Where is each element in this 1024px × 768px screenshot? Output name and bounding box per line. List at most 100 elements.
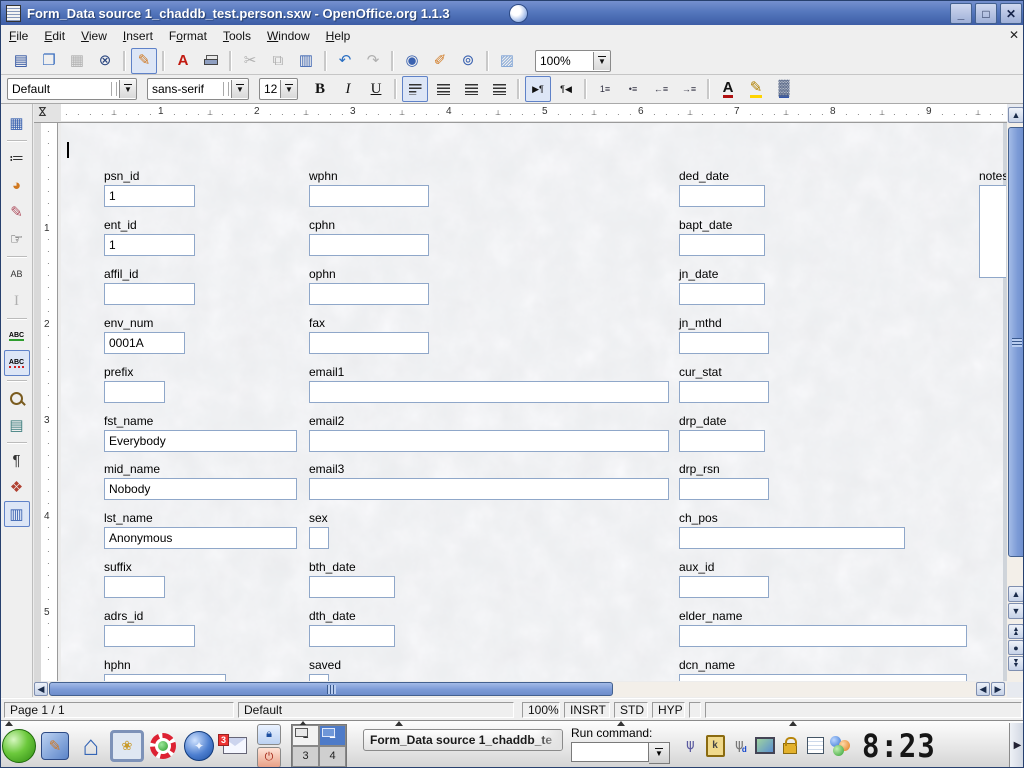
hyperlink-dialog-button[interactable]: ◉ <box>399 48 425 74</box>
field-bapt_date[interactable] <box>679 234 765 256</box>
font-name-combobox[interactable]: sans-serif ▼ <box>147 78 249 100</box>
field-affil_id[interactable] <box>104 283 195 305</box>
workspace-4[interactable]: 4 <box>319 746 346 767</box>
hyperlink-mode-status[interactable]: HYP <box>652 702 685 718</box>
align-center-button[interactable] <box>430 76 456 102</box>
menu-file[interactable]: File <box>1 27 36 45</box>
underline-button[interactable]: U <box>363 76 389 102</box>
insert-mode-status[interactable]: INSRT <box>564 702 610 718</box>
workspace-2[interactable]: 2 <box>319 725 346 746</box>
menu-tools[interactable]: Tools <box>215 27 259 45</box>
field-env_num[interactable] <box>104 332 185 354</box>
field-dth_date[interactable] <box>309 625 395 647</box>
navigation-icon[interactable]: ● <box>1008 640 1024 655</box>
field-email1[interactable] <box>309 381 669 403</box>
highlighting-button[interactable]: ✎ <box>743 76 769 102</box>
show-draw-functions-button[interactable]: ✎ <box>4 199 30 225</box>
page-status[interactable]: Page 1 / 1 <box>4 702 234 718</box>
field-prefix[interactable] <box>104 381 165 403</box>
horizontal-scrollbar[interactable]: ◀ ◀ ▶ <box>34 682 1007 697</box>
style-status[interactable]: Default <box>238 702 514 718</box>
field-ch_pos[interactable] <box>679 527 905 549</box>
field-suffix[interactable] <box>104 576 165 598</box>
field-cur_stat[interactable] <box>679 381 769 403</box>
maximize-button[interactable]: □ <box>975 3 997 24</box>
print-button[interactable] <box>198 48 224 74</box>
minimize-button[interactable]: _ <box>950 3 972 24</box>
menu-format[interactable]: Format <box>161 27 215 45</box>
edit-autotext-button[interactable]: ✐ <box>427 48 453 74</box>
file-manager-launcher[interactable]: ❀ <box>109 727 145 765</box>
field-mid_name[interactable] <box>104 478 297 500</box>
left-to-right-button[interactable]: ▶¶ <box>525 76 551 102</box>
field-hphn[interactable] <box>104 674 226 681</box>
find-replace-button[interactable] <box>4 385 30 411</box>
scroll-left-icon[interactable]: ◀ <box>34 682 48 696</box>
insert-object-button[interactable]: ◕ <box>4 172 30 198</box>
spellcheck-button[interactable]: ABC <box>4 323 30 349</box>
menu-edit[interactable]: Edit <box>36 27 73 45</box>
paste-button[interactable]: ▥ <box>293 48 319 74</box>
menu-view[interactable]: View <box>73 27 115 45</box>
scroll-right-icon[interactable]: ▶ <box>991 682 1005 696</box>
export-pdf-button[interactable]: A <box>170 48 196 74</box>
vertical-scroll-thumb[interactable] <box>1008 127 1024 557</box>
panel-hide-button[interactable]: ▶ <box>1009 723 1024 768</box>
zoom-status[interactable]: 100% <box>522 702 560 718</box>
run-command-input[interactable] <box>571 742 649 762</box>
autospellcheck-button[interactable]: ABC <box>4 350 30 376</box>
field-wphn[interactable] <box>309 185 429 207</box>
italic-button[interactable]: I <box>335 76 361 102</box>
justify-button[interactable] <box>486 76 512 102</box>
tray-display-icon[interactable] <box>755 736 775 756</box>
new-document-button[interactable]: ▤ <box>8 48 34 74</box>
horizontal-scroll-thumb[interactable] <box>49 682 613 696</box>
increase-indent-button[interactable]: →≡ <box>676 76 702 102</box>
text-editor-launcher[interactable]: ✎ <box>37 727 73 765</box>
online-layout-button[interactable]: ▥ <box>4 501 30 527</box>
graphics-on-off-button[interactable]: ❖ <box>4 474 30 500</box>
run-dropdown-icon[interactable]: ▼ <box>649 742 670 764</box>
help-center-launcher[interactable] <box>145 727 181 765</box>
tray-plug-icon[interactable]: ⋔ <box>680 736 700 756</box>
field-lst_name[interactable] <box>104 527 297 549</box>
field-notes[interactable] <box>979 185 1006 278</box>
close-document-icon[interactable]: ✕ <box>1009 28 1019 42</box>
previous-page-icon[interactable]: ▲▲ <box>1008 624 1024 639</box>
tray-klipper-icon[interactable]: k <box>705 736 725 756</box>
field-jn_mthd[interactable] <box>679 332 769 354</box>
align-left-button[interactable] <box>402 76 428 102</box>
field-email3[interactable] <box>309 478 669 500</box>
panel-clock[interactable]: 8:23 <box>862 727 936 764</box>
scroll-down-icon[interactable]: ▼ <box>1008 603 1024 619</box>
field-bth_date[interactable] <box>309 576 395 598</box>
navigator-button[interactable]: ⊚ <box>455 48 481 74</box>
menu-insert[interactable]: Insert <box>115 27 161 45</box>
data-sources-button[interactable]: ▤ <box>4 412 30 438</box>
tray-wallet-lock-icon[interactable] <box>780 736 800 756</box>
scroll-up2-icon[interactable]: ▲ <box>1008 586 1024 602</box>
stop-loading-button[interactable]: ⊗ <box>92 48 118 74</box>
title-bar[interactable]: Form_Data source 1_chaddb_test.person.sx… <box>1 1 1024 25</box>
email-launcher[interactable]: 3 <box>217 727 253 765</box>
gallery-button[interactable]: ▨ <box>494 48 520 74</box>
align-right-button[interactable] <box>458 76 484 102</box>
vertical-ruler[interactable]: ········1·······2·······3·······4·······… <box>41 123 58 681</box>
close-button[interactable]: ✕ <box>1000 3 1022 24</box>
scroll-up-icon[interactable]: ▲ <box>1008 107 1024 123</box>
tray-device-icon[interactable]: ⋔d <box>730 736 750 756</box>
logout-button[interactable]: ⏻︎ <box>257 747 281 768</box>
font-size-combobox[interactable]: 12 ▼ <box>259 78 298 100</box>
field-drp_date[interactable] <box>679 430 765 452</box>
bold-button[interactable]: B <box>307 76 333 102</box>
zoom-dropdown-icon[interactable]: ▼ <box>593 52 610 70</box>
field-drp_rsn[interactable] <box>679 478 769 500</box>
lock-session-button[interactable]: 🔒︎ <box>257 724 281 745</box>
field-sex[interactable] <box>309 527 329 549</box>
taskbar-window-button[interactable]: Form_Data source 1_chaddb_te <box>363 729 563 751</box>
paragraph-style-combobox[interactable]: Default ▼ <box>7 78 137 100</box>
field-cphn[interactable] <box>309 234 429 256</box>
field-ded_date[interactable] <box>679 185 765 207</box>
next-page-icon[interactable]: ▼▼ <box>1008 656 1024 671</box>
numbering-toggle-button[interactable]: 1≡ <box>592 76 618 102</box>
